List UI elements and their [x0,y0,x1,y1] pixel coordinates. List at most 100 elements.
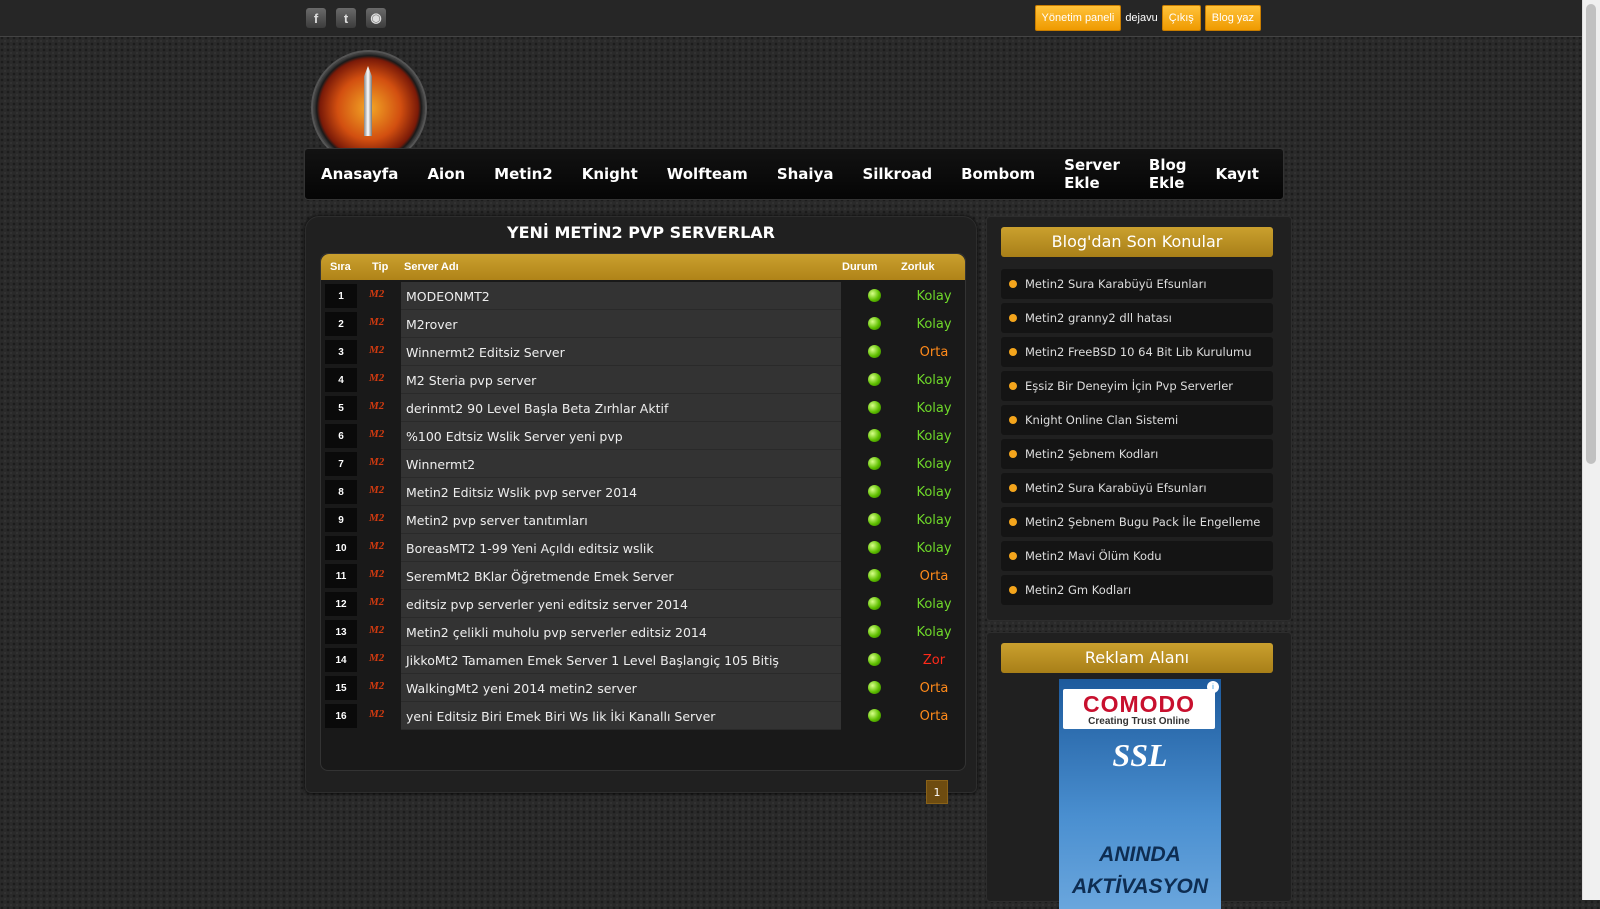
rss-icon[interactable]: ◉ [366,8,386,28]
table-row[interactable]: 1 M2 MODEONMT2 Kolay [321,282,965,310]
table-row[interactable]: 4 M2 M2 Steria pvp server Kolay [321,366,965,394]
logo-sword-icon [364,66,372,136]
blog-panel-title: Blog'dan Son Konular [1001,227,1273,257]
logout-button[interactable]: Çıkış [1161,5,1201,31]
server-name-link[interactable]: M2rover [406,317,457,332]
write-blog-button[interactable]: Blog yaz [1204,5,1261,31]
table-row[interactable]: 3 M2 Winnermt2 Editsiz Server Orta [321,338,965,366]
list-item[interactable]: Metin2 Sura Karabüyü Efsunları [1001,269,1273,299]
facebook-icon[interactable]: f [306,8,326,28]
blog-panel: Blog'dan Son Konular Metin2 Sura Karabüy… [986,216,1292,621]
server-type-icon: M2 [369,708,385,720]
server-name-link[interactable]: yeni Editsiz Biri Emek Biri Ws lik İki K… [406,709,715,724]
nav-item-3[interactable]: Knight [582,165,638,183]
server-type-icon: M2 [369,288,385,300]
pagination-page[interactable]: 1 [926,780,948,804]
list-item[interactable]: Metin2 Sura Karabüyü Efsunları [1001,473,1273,503]
top-bar: f t ◉ Yönetim paneli dejavu Çıkış Blog y… [0,0,1583,37]
blog-post-link[interactable]: Knight Online Clan Sistemi [1025,413,1178,427]
table-row[interactable]: 2 M2 M2rover Kolay [321,310,965,338]
server-name-link[interactable]: BoreasMT2 1-99 Yeni Açıldı editsiz wslik [406,541,654,556]
username: dejavu [1125,12,1158,24]
nav-item-6[interactable]: Silkroad [862,165,932,183]
nav-item-4[interactable]: Wolfteam [667,165,748,183]
header-no: Sıra [330,261,351,273]
nav-item-7[interactable]: Bombom [961,165,1035,183]
status-online-icon [868,317,881,330]
nav-item-2[interactable]: Metin2 [494,165,553,183]
table-row[interactable]: 12 M2 editsiz pvp serverler yeni editsiz s… [321,590,965,618]
bullet-icon [1009,518,1017,526]
server-name-link[interactable]: WalkingMt2 yeni 2014 metin2 server [406,681,637,696]
admin-panel-button[interactable]: Yönetim paneli [1034,5,1122,31]
blog-post-link[interactable]: Metin2 Şebnem Bugu Pack İle Engelleme [1025,515,1260,529]
table-row[interactable]: 5 M2 derinmt2 90 Level Başla Beta Zırhlar … [321,394,965,422]
server-name-cell: Metin2 Editsiz Wslik pvp server 2014 [401,478,841,506]
server-name-link[interactable]: Metin2 Editsiz Wslik pvp server 2014 [406,485,637,500]
server-name-link[interactable]: SeremMt2 BKlar Öğretmende Emek Server [406,569,674,584]
server-name-cell: BoreasMT2 1-99 Yeni Açıldı editsiz wslik [401,534,841,562]
table-row[interactable]: 6 M2 %100 Edtsiz Wslik Server yeni pvp Kola… [321,422,965,450]
blog-post-link[interactable]: Metin2 Gm Kodları [1025,583,1131,597]
status-online-icon [868,401,881,414]
table-row[interactable]: 14 M2 JikkoMt2 Tamamen Emek Server 1 Level… [321,646,965,674]
list-item[interactable]: Metin2 Şebnem Bugu Pack İle Engelleme [1001,507,1273,537]
table-row[interactable]: 11 M2 SeremMt2 BKlar Öğretmende Emek Serve… [321,562,965,590]
server-name-link[interactable]: editsiz pvp serverler yeni editsiz serve… [406,597,688,612]
scrollbar-thumb[interactable] [1586,4,1596,464]
server-type-icon: M2 [369,624,385,636]
server-name-link[interactable]: Metin2 pvp server tanıtımları [406,513,588,528]
table-row[interactable]: 9 M2 Metin2 pvp server tanıtımları Kolay [321,506,965,534]
list-item[interactable]: Metin2 granny2 dll hatası [1001,303,1273,333]
nav-item-0[interactable]: Anasayfa [321,165,398,183]
server-type-icon: M2 [369,512,385,524]
list-item[interactable]: Knight Online Clan Sistemi [1001,405,1273,435]
blog-post-link[interactable]: Metin2 Sura Karabüyü Efsunları [1025,481,1207,495]
blog-post-link[interactable]: Eşsiz Bir Deneyim İçin Pvp Serverler [1025,379,1233,393]
status-online-icon [868,373,881,386]
table-row[interactable]: 15 M2 WalkingMt2 yeni 2014 metin2 server Or… [321,674,965,702]
server-type-icon: M2 [369,484,385,496]
blog-post-link[interactable]: Metin2 Mavi Ölüm Kodu [1025,549,1162,563]
bullet-icon [1009,280,1017,288]
list-item[interactable]: Metin2 FreeBSD 10 64 Bit Lib Kurulumu [1001,337,1273,367]
server-list-title: YENİ METİN2 PVP SERVERLAR [507,223,775,242]
page-scrollbar[interactable] [1582,0,1600,900]
row-number: 8 [325,480,357,504]
difficulty-label: Kolay [916,401,952,416]
status-online-icon [868,597,881,610]
nav-item-8[interactable]: Server Ekle [1064,156,1120,192]
list-item[interactable]: Metin2 Gm Kodları [1001,575,1273,605]
server-name-link[interactable]: Winnermt2 Editsiz Server [406,345,565,360]
blog-post-link[interactable]: Metin2 FreeBSD 10 64 Bit Lib Kurulumu [1025,345,1252,359]
blog-post-link[interactable]: Metin2 Şebnem Kodları [1025,447,1158,461]
server-name-link[interactable]: M2 Steria pvp server [406,373,536,388]
server-name-link[interactable]: Metin2 çelikli muholu pvp serverler edit… [406,625,707,640]
bullet-icon [1009,552,1017,560]
table-row[interactable]: 16 M2 yeni Editsiz Biri Emek Biri Ws lik İ… [321,702,965,730]
table-row[interactable]: 7 M2 Winnermt2 Kolay [321,450,965,478]
server-name-link[interactable]: Winnermt2 [406,457,475,472]
ad-banner[interactable]: i COMODO Creating Trust Online SSL ANIND… [1059,679,1221,909]
nav-item-10[interactable]: Kayıt [1216,165,1259,183]
nav-item-9[interactable]: Blog Ekle [1149,156,1187,192]
list-item[interactable]: Metin2 Şebnem Kodları [1001,439,1273,469]
table-row[interactable]: 13 M2 Metin2 çelikli muholu pvp serverler … [321,618,965,646]
table-row[interactable]: 10 M2 BoreasMT2 1-99 Yeni Açıldı editsiz w… [321,534,965,562]
server-type-icon: M2 [369,540,385,552]
nav-item-5[interactable]: Shaiya [777,165,834,183]
server-name-link[interactable]: derinmt2 90 Level Başla Beta Zırhlar Akt… [406,401,668,416]
server-name-link[interactable]: MODEONMT2 [406,289,490,304]
list-item[interactable]: Metin2 Mavi Ölüm Kodu [1001,541,1273,571]
nav-item-1[interactable]: Aion [427,165,465,183]
twitter-icon[interactable]: t [336,8,356,28]
row-number: 7 [325,452,357,476]
list-item[interactable]: Eşsiz Bir Deneyim İçin Pvp Serverler [1001,371,1273,401]
server-name-link[interactable]: %100 Edtsiz Wslik Server yeni pvp [406,429,623,444]
server-list-panel: YENİ METİN2 PVP SERVERLAR Sıra Tip Serve… [305,216,977,804]
table-row[interactable]: 8 M2 Metin2 Editsiz Wslik pvp server 2014 K… [321,478,965,506]
blog-post-link[interactable]: Metin2 Sura Karabüyü Efsunları [1025,277,1207,291]
site-logo[interactable] [309,48,427,148]
blog-post-link[interactable]: Metin2 granny2 dll hatası [1025,311,1172,325]
server-name-link[interactable]: JikkoMt2 Tamamen Emek Server 1 Level Baş… [406,653,779,668]
